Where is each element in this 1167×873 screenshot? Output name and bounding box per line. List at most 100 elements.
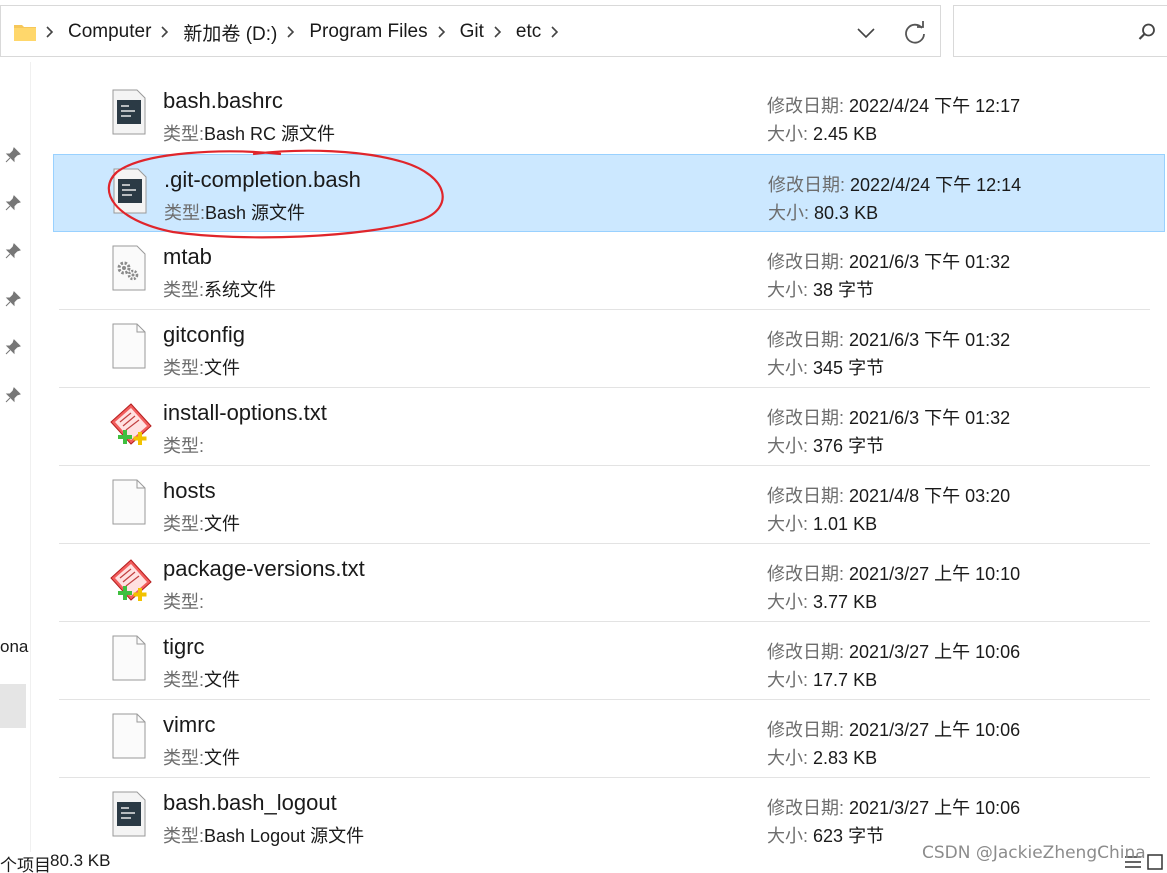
file-size-key: 大小: xyxy=(767,280,809,300)
file-size: 大小: 345 字节 xyxy=(767,354,884,380)
file-row[interactable]: tigrc 类型:文件 修改日期: 2021/3/27 上午 10:06 大小: 17… xyxy=(59,622,1150,700)
watermark: CSDN @JackieZhengChina xyxy=(922,843,1146,863)
search-icon[interactable] xyxy=(1137,22,1157,42)
file-name[interactable]: package-versions.txt xyxy=(163,556,365,582)
nav-item-selected[interactable] xyxy=(0,684,26,728)
blank-file-icon xyxy=(107,322,151,370)
file-row[interactable]: vimrc 类型:文件 修改日期: 2021/3/27 上午 10:06 大小: 2.… xyxy=(59,700,1150,778)
file-size-key: 大小: xyxy=(767,670,809,690)
text-editor-icon xyxy=(107,400,152,448)
file-size-value: 623 字节 xyxy=(813,826,885,846)
file-type-key: 类型: xyxy=(163,670,205,690)
chevron-right-icon[interactable] xyxy=(550,25,564,39)
file-size-value: 2.45 KB xyxy=(813,124,878,144)
file-size-key: 大小: xyxy=(767,514,809,534)
file-size: 大小: 17.7 KB xyxy=(767,666,877,692)
file-type-key: 类型: xyxy=(163,436,205,456)
pin-icon[interactable] xyxy=(5,339,21,355)
file-size: 大小: 623 字节 xyxy=(767,822,884,848)
blank-file-icon xyxy=(107,712,151,760)
file-name[interactable]: bash.bash_logout xyxy=(163,790,337,816)
pin-icon[interactable] xyxy=(5,243,21,259)
file-modified-key: 修改日期: xyxy=(767,408,845,428)
chevron-right-icon[interactable] xyxy=(45,25,59,39)
chevron-right-icon[interactable] xyxy=(286,25,300,39)
breadcrumb-computer[interactable]: Computer xyxy=(59,21,160,43)
folder-icon xyxy=(14,25,36,41)
file-size: 大小: 2.45 KB xyxy=(767,120,877,146)
breadcrumb-etc[interactable]: etc xyxy=(507,21,550,43)
tiles-view-icon[interactable] xyxy=(1146,853,1164,871)
file-modified-key: 修改日期: xyxy=(767,564,845,584)
file-modified-key: 修改日期: xyxy=(767,252,845,272)
file-size: 大小: 80.3 KB xyxy=(768,199,878,225)
file-type: 类型:文件 xyxy=(163,354,240,380)
file-type-value: 文件 xyxy=(204,514,241,534)
file-size-key: 大小: xyxy=(767,124,809,144)
file-type-key: 类型: xyxy=(163,358,205,378)
file-modified: 修改日期: 2022/4/24 下午 12:14 xyxy=(768,171,1021,197)
file-size: 大小: 1.01 KB xyxy=(767,510,877,536)
file-name[interactable]: mtab xyxy=(163,244,212,270)
file-row[interactable]: .git-completion.bash 类型:Bash 源文件 修改日期: 202… xyxy=(53,154,1165,232)
file-row[interactable]: install-options.txt 类型: 修改日期: 2021/6/3 下午 … xyxy=(59,388,1150,466)
file-name[interactable]: vimrc xyxy=(163,712,216,738)
file-type-value: 系统文件 xyxy=(204,280,277,300)
file-size-value: 1.01 KB xyxy=(813,514,878,534)
file-type-value: 文件 xyxy=(204,670,241,690)
file-modified-value: 2021/6/3 下午 01:32 xyxy=(849,252,1011,272)
file-size-key: 大小: xyxy=(768,203,810,223)
file-name[interactable]: gitconfig xyxy=(163,322,245,348)
file-type-key: 类型: xyxy=(163,124,205,144)
file-modified-value: 2021/3/27 上午 10:06 xyxy=(849,720,1021,740)
file-name[interactable]: bash.bashrc xyxy=(163,88,283,114)
file-name[interactable]: hosts xyxy=(163,478,216,504)
chevron-right-icon[interactable] xyxy=(493,25,507,39)
file-modified-key: 修改日期: xyxy=(768,175,846,195)
file-type: 类型:文件 xyxy=(163,666,240,692)
status-selected-size: 80.3 KB xyxy=(50,851,111,870)
chevron-right-icon[interactable] xyxy=(160,25,174,39)
file-modified-value: 2022/4/24 下午 12:14 xyxy=(850,175,1022,195)
file-row[interactable]: package-versions.txt 类型: 修改日期: 2021/3/27 上… xyxy=(59,544,1150,622)
refresh-icon[interactable] xyxy=(901,19,929,47)
breadcrumb-git[interactable]: Git xyxy=(451,21,493,43)
file-type-value: Bash Logout 源文件 xyxy=(204,826,365,846)
file-modified-value: 2021/3/27 上午 10:06 xyxy=(849,642,1021,662)
file-size-value: 2.83 KB xyxy=(813,748,878,768)
chevron-right-icon[interactable] xyxy=(437,25,451,39)
nav-item-label-cut[interactable]: ona xyxy=(0,637,30,657)
file-modified-value: 2022/4/24 下午 12:17 xyxy=(849,96,1021,116)
file-type-key: 类型: xyxy=(163,592,205,612)
breadcrumb-drive-d[interactable]: 新加卷 (D:) xyxy=(174,19,286,46)
file-size-value: 38 字节 xyxy=(813,280,875,300)
search-input[interactable] xyxy=(953,5,1167,57)
chevron-down-icon[interactable] xyxy=(852,20,880,46)
pin-icon[interactable] xyxy=(5,291,21,307)
file-modified-key: 修改日期: xyxy=(767,330,845,350)
file-modified: 修改日期: 2022/4/24 下午 12:17 xyxy=(767,92,1020,118)
file-type-key: 类型: xyxy=(163,514,205,534)
file-name[interactable]: install-options.txt xyxy=(163,400,327,426)
file-modified: 修改日期: 2021/3/27 上午 10:10 xyxy=(767,560,1020,586)
pin-icon[interactable] xyxy=(5,387,21,403)
pin-icon[interactable] xyxy=(5,195,21,211)
file-type-value: Bash 源文件 xyxy=(205,203,306,223)
breadcrumb-program-files[interactable]: Program Files xyxy=(300,21,436,43)
file-name[interactable]: tigrc xyxy=(163,634,205,660)
pane-divider[interactable] xyxy=(30,62,31,852)
file-row[interactable]: hosts 类型:文件 修改日期: 2021/4/8 下午 03:20 大小: 1.0… xyxy=(59,466,1150,544)
file-modified: 修改日期: 2021/3/27 上午 10:06 xyxy=(767,716,1020,742)
file-modified: 修改日期: 2021/3/27 上午 10:06 xyxy=(767,794,1020,820)
file-type: 类型:Bash RC 源文件 xyxy=(163,120,335,146)
file-name[interactable]: .git-completion.bash xyxy=(164,167,361,193)
file-type-key: 类型: xyxy=(163,748,205,768)
file-row[interactable]: bash.bashrc 类型:Bash RC 源文件 修改日期: 2022/4/24… xyxy=(59,76,1150,154)
file-row[interactable]: mtab 类型:系统文件 修改日期: 2021/6/3 下午 01:32 大小: 38… xyxy=(59,232,1150,310)
pin-icon[interactable] xyxy=(5,147,21,163)
address-bar[interactable]: Computer 新加卷 (D:) Program Files Git etc xyxy=(0,5,941,57)
file-modified-value: 2021/6/3 下午 01:32 xyxy=(849,408,1011,428)
file-modified-key: 修改日期: xyxy=(767,642,845,662)
file-row[interactable]: gitconfig 类型:文件 修改日期: 2021/6/3 下午 01:32 大小:… xyxy=(59,310,1150,388)
file-type: 类型: xyxy=(163,588,204,614)
